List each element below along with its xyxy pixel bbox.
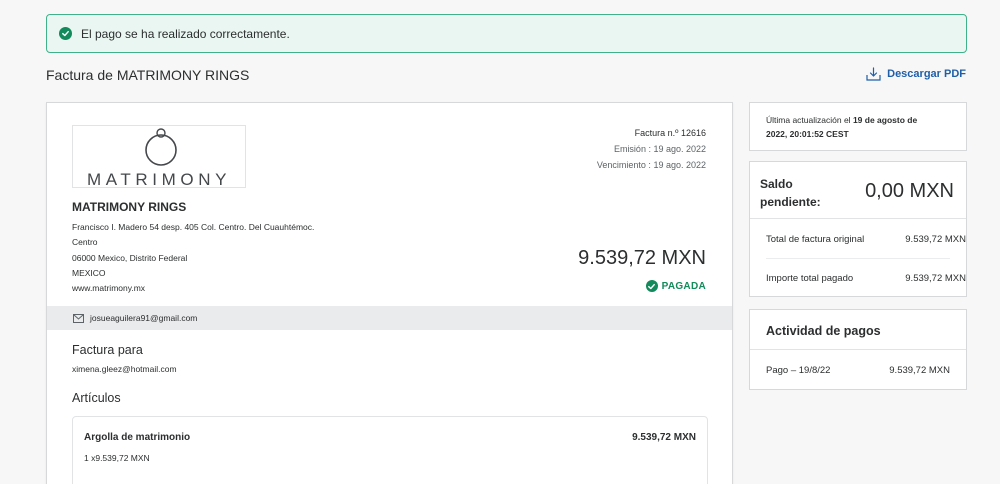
invoice-meta: Factura n.º 12616 Emisión : 19 ago. 2022…	[597, 125, 706, 173]
invoice-number: Factura n.º 12616	[634, 128, 706, 138]
balance-label-line: Saldo	[760, 177, 793, 191]
balance-amount: 0,00 MXN	[865, 180, 954, 202]
balance-row: Total de factura original 9.539,72 MXN	[766, 234, 966, 245]
alert-message: El pago se ha realizado correctamente.	[81, 26, 290, 41]
address-line: 06000 Mexico, Distrito Federal	[72, 252, 188, 263]
check-circle-icon	[59, 27, 72, 40]
seller-address: Francisco I. Madero 54 desp. 405 Col. Ce…	[72, 220, 314, 296]
check-circle-icon	[645, 280, 658, 292]
item-quantity: 1 x9.539,72 MXN	[84, 453, 150, 463]
page-title: Factura de MATRIMONY RINGS	[46, 67, 250, 83]
invoice-card: MATRIMONY Factura n.º 12616 Emisión : 19…	[46, 102, 733, 484]
due-date: Vencimiento : 19 ago. 2022	[596, 160, 706, 170]
status-label: PAGADA	[661, 280, 706, 292]
updated-date: 19 de agosto de	[852, 115, 918, 125]
updated-time: 2022, 20:01:52 CEST	[766, 128, 849, 139]
activity-title: Actividad de pagos	[766, 324, 881, 338]
balance-row-label: Importe total pagado	[766, 273, 854, 284]
balance-row-value: 9.539,72 MXN	[905, 273, 966, 284]
activity-row-label: Pago – 19/8/22	[766, 365, 831, 376]
company-logo: MATRIMONY	[72, 125, 246, 189]
mail-icon	[73, 313, 84, 323]
status-badge: PAGADA	[645, 280, 706, 292]
address-line: Centro	[72, 237, 98, 248]
divider	[750, 349, 966, 350]
download-icon	[866, 67, 881, 81]
list-item: Argolla de matrimonio 9.539,72 MXN 1 x9.…	[72, 416, 708, 484]
activity-row-value: 9.539,72 MXN	[889, 365, 950, 376]
seller-email-bar: josueaguilera91@gmail.com	[47, 306, 732, 330]
payment-activity-card: Actividad de pagos Pago – 19/8/22 9.539,…	[749, 309, 967, 390]
last-updated-card: Última actualización el 19 de agosto de …	[749, 102, 967, 151]
divider	[750, 218, 966, 219]
seller-email: josueaguilera91@gmail.com	[90, 313, 198, 323]
seller-name: MATRIMONY RINGS	[72, 200, 187, 214]
balance-row-label: Total de factura original	[766, 234, 865, 245]
item-price: 9.539,72 MXN	[632, 432, 696, 443]
activity-row: Pago – 19/8/22 9.539,72 MXN	[766, 365, 950, 376]
logo-text: MATRIMONY	[86, 170, 232, 189]
download-pdf-button[interactable]: Descargar PDF	[866, 67, 966, 81]
address-line: Francisco I. Madero 54 desp. 405 Col. Ce…	[72, 222, 315, 232]
balance-row: Importe total pagado 9.539,72 MXN	[766, 273, 966, 284]
balance-row-value: 9.539,72 MXN	[905, 234, 966, 245]
balance-label-line: pendiente:	[760, 195, 821, 209]
updated-prefix: Última actualización el	[766, 115, 853, 125]
balance-card: Saldo pendiente: 0,00 MXN Total de factu…	[749, 161, 967, 297]
issue-date: Emisión : 19 ago. 2022	[613, 144, 706, 154]
bill-to-email: ximena.gleez@hotmail.com	[72, 364, 177, 374]
download-pdf-label: Descargar PDF	[887, 68, 966, 80]
address-line: MEXICO	[72, 267, 106, 278]
bill-to-title: Factura para	[72, 343, 143, 357]
items-title: Artículos	[72, 391, 121, 405]
seller-website: www.matrimony.mx	[72, 283, 146, 294]
ring-icon	[145, 128, 177, 166]
success-alert: El pago se ha realizado correctamente.	[46, 14, 967, 53]
item-name: Argolla de matrimonio	[84, 432, 191, 443]
balance-label: Saldo pendiente:	[760, 175, 821, 211]
divider	[766, 258, 950, 259]
invoice-total: 9.539,72 MXN	[578, 247, 706, 269]
